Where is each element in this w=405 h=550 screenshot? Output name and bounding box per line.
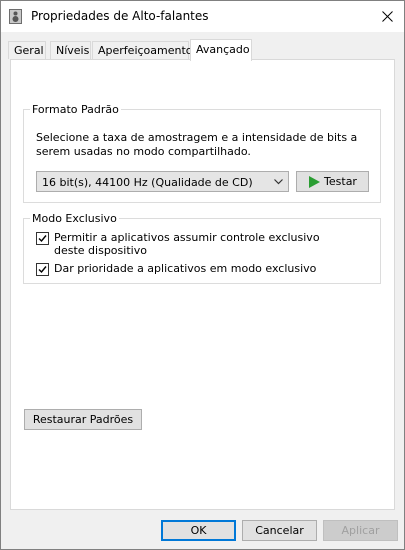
allow-exclusive-control-label: Permitir a aplicativos assumir controle … [54,231,320,257]
default-format-legend: Formato Padrão [30,103,121,116]
speaker-device-icon [9,9,22,24]
test-button-label: Testar [324,175,357,188]
title-bar: Propriedades de Alto-falantes [1,1,404,32]
checkmark-icon [38,266,47,274]
chevron-down-icon [274,179,283,185]
tab-aperfeicoamentos[interactable]: Aperfeiçoamentos [92,41,198,59]
close-button[interactable] [375,5,399,27]
tab-avancado[interactable]: Avançado [190,39,252,61]
checkmark-icon [38,235,47,243]
exclusive-mode-group: Modo Exclusivo Permitir a aplicativos as… [23,212,381,284]
allow-exclusive-control-checkbox[interactable] [36,232,49,245]
allow-exclusive-control-option[interactable]: Permitir a aplicativos assumir controle … [36,231,344,257]
window-title: Propriedades de Alto-falantes [31,9,209,23]
cancel-button[interactable]: Cancelar [242,520,317,541]
ok-button[interactable]: OK [161,520,236,541]
properties-window: Propriedades de Alto-falantes Geral Níve… [0,0,405,550]
dialog-client-area: Geral Níveis Aperfeiçoamentos Avançado F… [1,32,404,549]
exclusive-priority-option[interactable]: Dar prioridade a aplicativos em modo exc… [36,262,344,276]
close-icon [381,10,393,22]
sample-rate-dropdown[interactable]: 16 bit(s), 44100 Hz (Qualidade de CD) [36,171,289,192]
default-format-description: Selecione a taxa de amostragem e a inten… [36,131,358,158]
tab-geral[interactable]: Geral [8,41,46,59]
restore-defaults-button[interactable]: Restaurar Padrões [24,409,142,430]
exclusive-priority-label: Dar prioridade a aplicativos em modo exc… [54,262,317,275]
exclusive-mode-legend: Modo Exclusivo [30,212,119,225]
sample-rate-selected-value: 16 bit(s), 44100 Hz (Qualidade de CD) [42,176,253,189]
tab-panel-avancado: Formato Padrão Selecione a taxa de amost… [10,59,395,510]
apply-button[interactable]: Aplicar [323,520,398,541]
test-button[interactable]: Testar [296,171,369,192]
exclusive-priority-checkbox[interactable] [36,263,49,276]
default-format-group: Formato Padrão Selecione a taxa de amost… [23,103,381,203]
play-icon [309,175,321,188]
tab-niveis[interactable]: Níveis [50,41,91,59]
